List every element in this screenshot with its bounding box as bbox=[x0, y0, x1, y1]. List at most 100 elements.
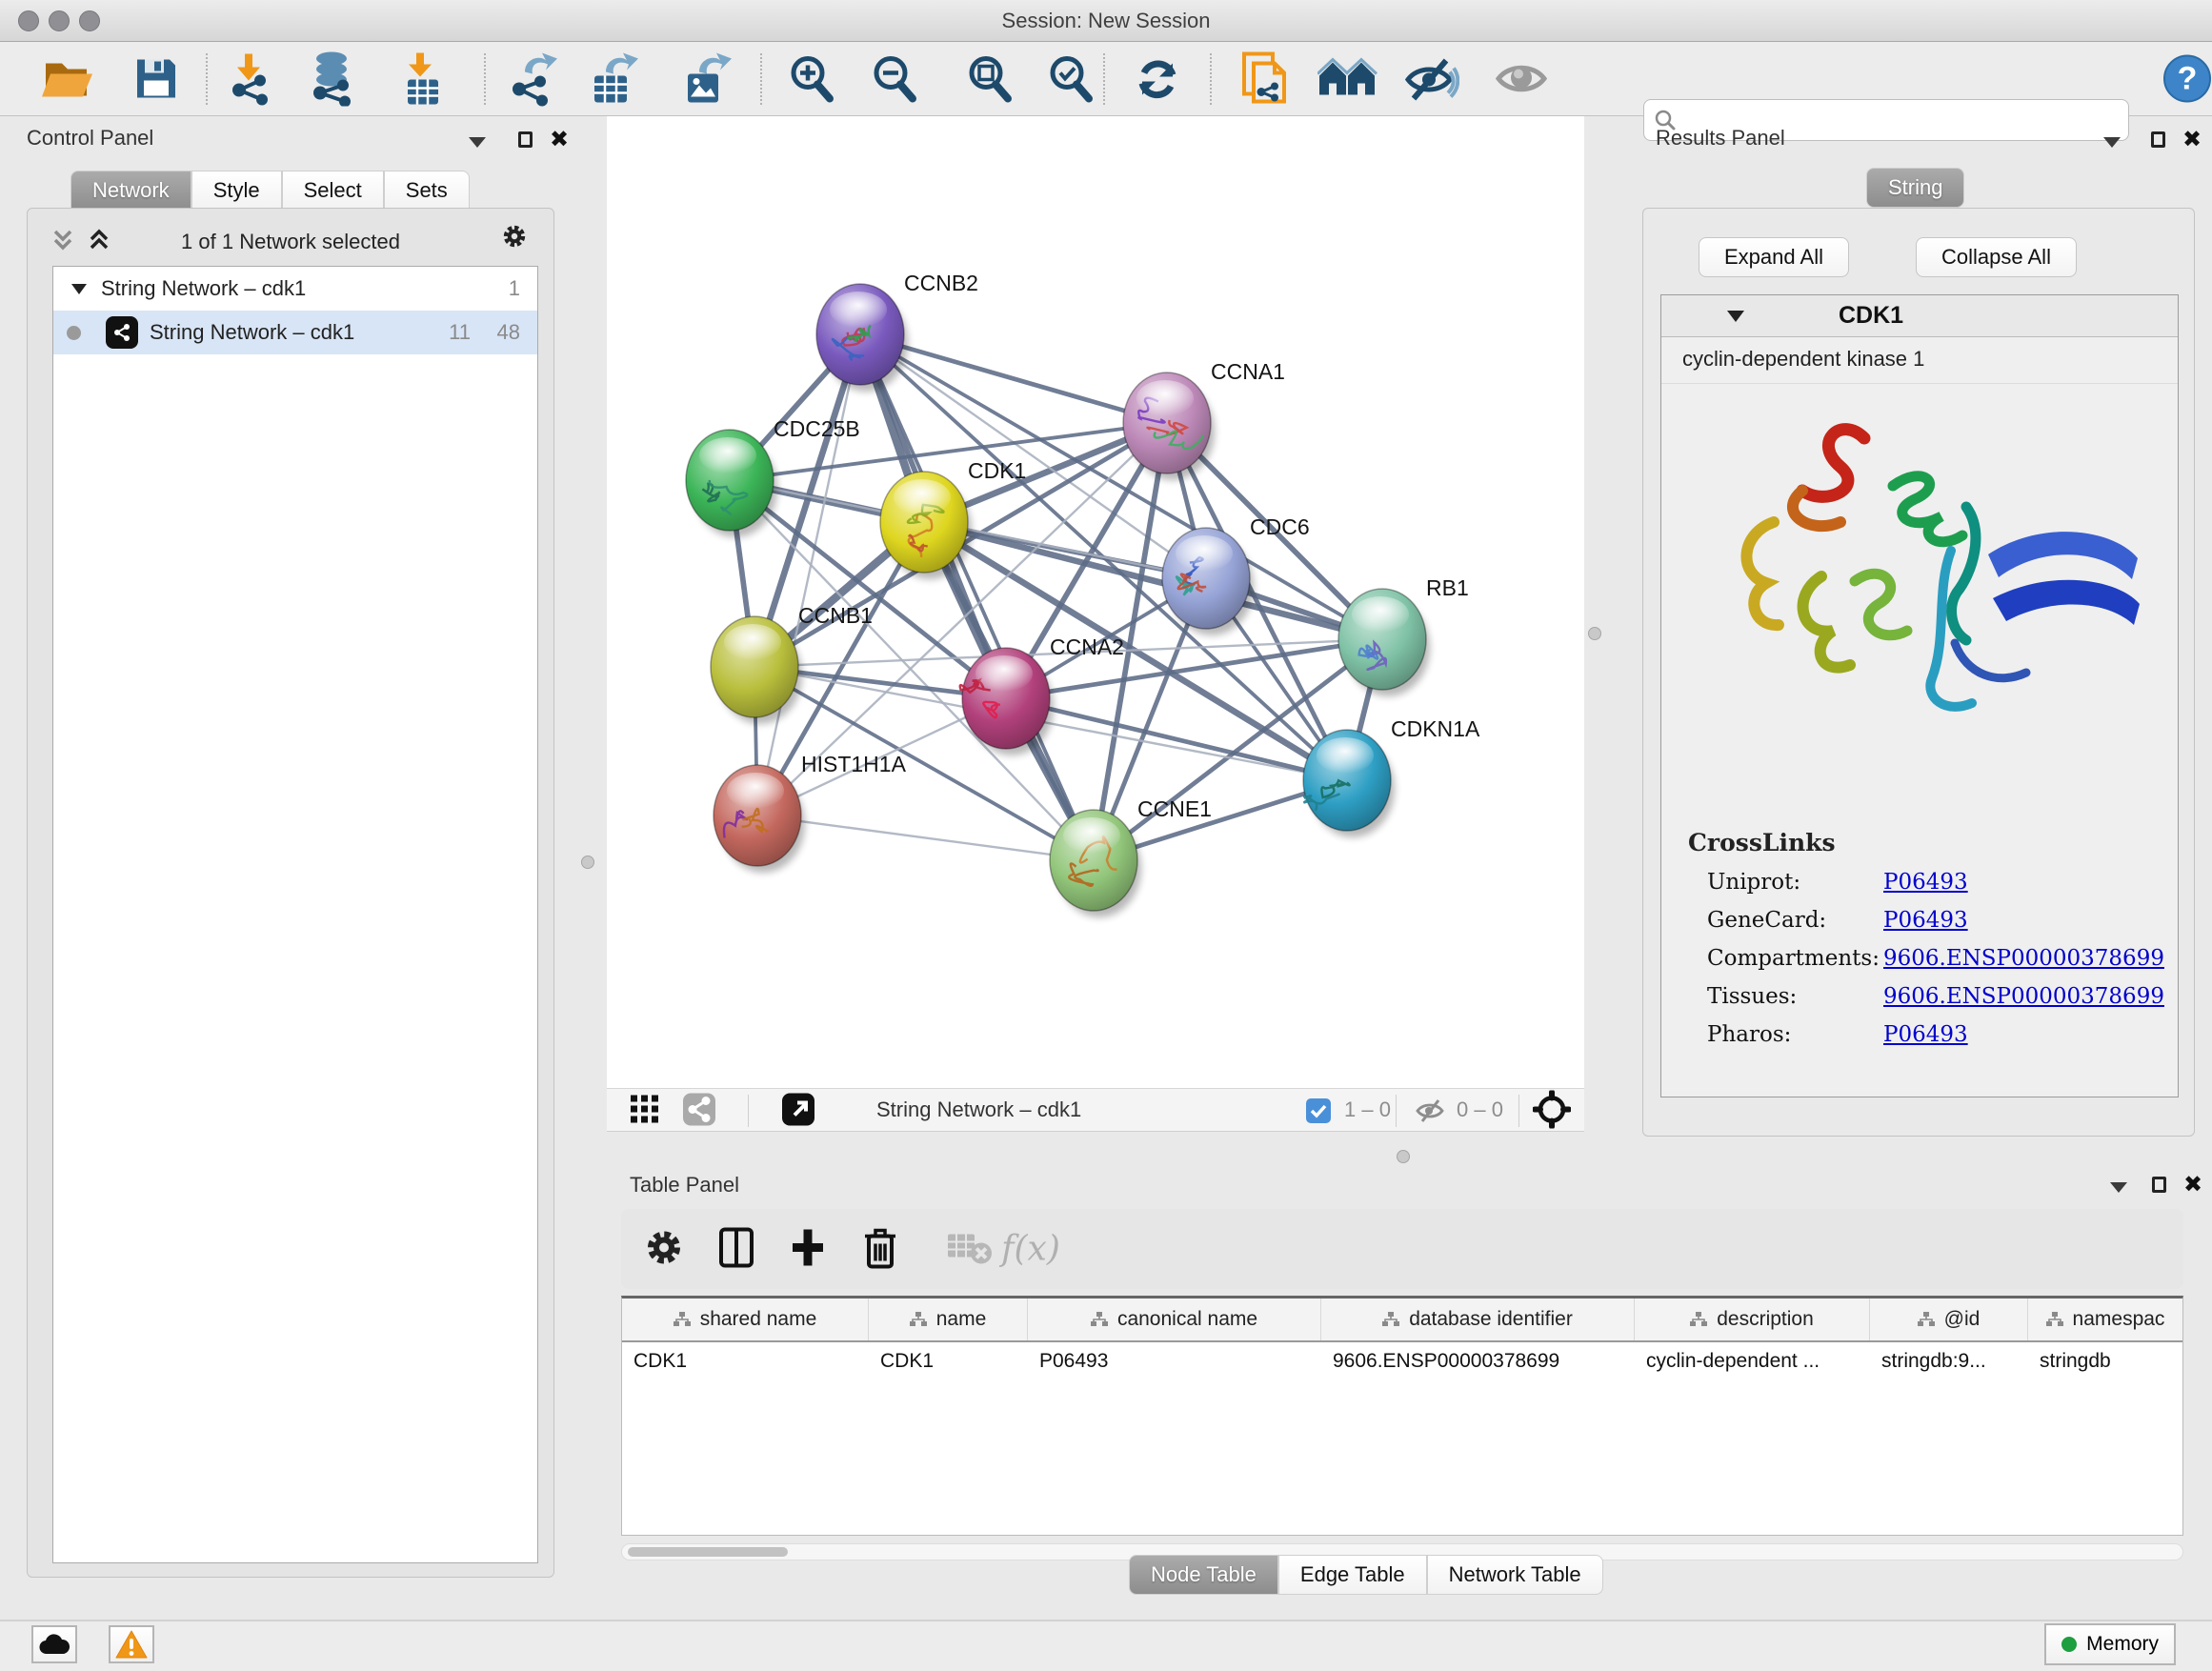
zoom-in-button[interactable] bbox=[786, 53, 837, 108]
tab-node-table[interactable]: Node Table bbox=[1129, 1555, 1278, 1595]
crosslink-link[interactable]: P06493 bbox=[1883, 908, 1968, 933]
network-node-CDKN1A[interactable]: CDKN1A bbox=[1303, 716, 1480, 837]
tab-select[interactable]: Select bbox=[282, 171, 384, 211]
delete-column-trash-button[interactable] bbox=[863, 1227, 897, 1272]
column-header[interactable]: database identifier bbox=[1321, 1299, 1635, 1340]
column-header[interactable]: canonical name bbox=[1028, 1299, 1321, 1340]
help-button[interactable]: ? bbox=[2162, 54, 2212, 107]
birds-eye-view-button[interactable] bbox=[1533, 1091, 1571, 1132]
collection-collapse-icon[interactable] bbox=[70, 282, 88, 295]
open-in-window-button[interactable] bbox=[782, 1094, 814, 1129]
network-row-selected[interactable]: String Network – cdk1 11 48 bbox=[53, 311, 537, 354]
save-session-button[interactable] bbox=[133, 56, 179, 105]
tab-string[interactable]: String bbox=[1866, 168, 1964, 208]
column-header[interactable]: @id bbox=[1870, 1299, 2028, 1340]
collapse-all-button[interactable]: Collapse All bbox=[1916, 237, 2077, 277]
network-node-CCNA1[interactable]: CCNA1 bbox=[1123, 359, 1285, 480]
current-network-dot-icon bbox=[67, 326, 81, 340]
network-node-RB1[interactable]: RB1 bbox=[1338, 575, 1469, 696]
hidden-eye-slash-icon[interactable] bbox=[1415, 1098, 1445, 1128]
tab-edge-table[interactable]: Edge Table bbox=[1278, 1555, 1427, 1595]
column-type-icon bbox=[910, 1312, 927, 1327]
grid-view-button[interactable] bbox=[631, 1096, 659, 1127]
toolbar-separator bbox=[1210, 53, 1212, 105]
bottom-splitter-handle[interactable] bbox=[1397, 1150, 1410, 1163]
zoom-fit-button[interactable] bbox=[964, 53, 1016, 108]
panel-menu-icon[interactable] bbox=[465, 130, 490, 154]
panel-close-icon[interactable]: ✖ bbox=[2181, 1172, 2205, 1197]
right-splitter-handle[interactable] bbox=[1588, 627, 1601, 640]
tab-network[interactable]: Network bbox=[70, 171, 191, 211]
open-file-button[interactable] bbox=[42, 56, 95, 105]
expand-all-button[interactable]: Expand All bbox=[1699, 237, 1849, 277]
export-network-button[interactable] bbox=[508, 51, 559, 110]
warning-status-button[interactable] bbox=[109, 1625, 154, 1663]
panel-float-icon[interactable] bbox=[2145, 127, 2170, 151]
column-type-icon bbox=[1690, 1312, 1707, 1327]
gene-section-header[interactable]: CDK1 bbox=[1661, 295, 2178, 337]
crosslink-row: GeneCard: P06493 bbox=[1707, 908, 2178, 933]
export-table-button[interactable] bbox=[591, 51, 640, 110]
import-network-database-button[interactable] bbox=[307, 51, 360, 110]
network-edge-CCNB2-CCNE1[interactable] bbox=[860, 334, 1094, 860]
network-edge-CCNB2-HIST1H1A[interactable] bbox=[757, 334, 860, 815]
show-all-button[interactable] bbox=[1493, 57, 1550, 104]
crosslink-link[interactable]: 9606.ENSP00000378699 bbox=[1883, 984, 2164, 1009]
panel-close-icon[interactable]: ✖ bbox=[2180, 127, 2204, 151]
left-splitter-handle[interactable] bbox=[581, 856, 594, 869]
crosslink-link[interactable]: P06493 bbox=[1883, 1022, 1968, 1047]
tab-style[interactable]: Style bbox=[191, 171, 282, 211]
add-column-button[interactable] bbox=[791, 1228, 825, 1271]
delete-table-button[interactable] bbox=[947, 1231, 993, 1268]
network-edge-HIST1H1A-CCNE1[interactable] bbox=[757, 815, 1094, 860]
toolbar-separator bbox=[206, 53, 208, 105]
zoom-out-button[interactable] bbox=[869, 53, 920, 108]
function-builder-button[interactable]: f(x) bbox=[1001, 1230, 1060, 1269]
network-canvas[interactable]: CCNB2CCNA1CDC25BCDK1CDC6RB1CCNB1CCNA2CDK… bbox=[607, 116, 1584, 1088]
column-header[interactable]: description bbox=[1635, 1299, 1870, 1340]
panel-close-icon[interactable]: ✖ bbox=[547, 127, 572, 151]
network-node-CDC25B[interactable]: CDC25B bbox=[686, 416, 860, 537]
hide-selected-button[interactable] bbox=[1402, 55, 1459, 106]
show-columns-button[interactable] bbox=[719, 1228, 754, 1271]
column-header[interactable]: shared name bbox=[622, 1299, 869, 1340]
panel-float-icon[interactable] bbox=[2146, 1172, 2171, 1197]
node-label-CCNB2: CCNB2 bbox=[904, 271, 978, 295]
import-network-file-button[interactable] bbox=[226, 52, 277, 109]
crosslink-link[interactable]: 9606.ENSP00000378699 bbox=[1883, 946, 2164, 971]
panel-float-icon[interactable] bbox=[513, 127, 537, 151]
network-node-CCNB2[interactable]: CCNB2 bbox=[816, 271, 978, 392]
crosslink-link[interactable]: P06493 bbox=[1883, 870, 1968, 895]
crosslink-label: Tissues: bbox=[1707, 984, 1883, 1009]
eye-icon bbox=[1493, 57, 1550, 101]
panel-menu-icon[interactable] bbox=[2106, 1175, 2131, 1199]
network-collection-row[interactable]: String Network – cdk1 1 bbox=[53, 267, 537, 311]
selected-checkbox-icon[interactable] bbox=[1306, 1098, 1331, 1128]
memory-button[interactable]: Memory bbox=[2044, 1623, 2176, 1665]
column-header[interactable]: name bbox=[869, 1299, 1028, 1340]
node-label-CCNB1: CCNB1 bbox=[798, 603, 873, 628]
refresh-button[interactable] bbox=[1133, 54, 1182, 107]
tab-network-table[interactable]: Network Table bbox=[1427, 1555, 1603, 1595]
new-network-from-selection-button[interactable] bbox=[1240, 50, 1294, 111]
network-node-HIST1H1A[interactable]: HIST1H1A bbox=[714, 752, 907, 873]
import-table-button[interactable] bbox=[402, 51, 444, 110]
table-options-gear-button[interactable] bbox=[645, 1229, 683, 1270]
cloud-icon bbox=[38, 1633, 70, 1656]
export-image-button[interactable] bbox=[684, 51, 734, 110]
tab-sets[interactable]: Sets bbox=[384, 171, 470, 211]
network-options-gear-icon[interactable] bbox=[502, 224, 527, 249]
zoom-selected-button[interactable] bbox=[1045, 53, 1096, 108]
table-tabs: Node TableEdge TableNetwork Table bbox=[1129, 1555, 1603, 1595]
section-collapse-icon[interactable] bbox=[1726, 309, 1745, 323]
table-row[interactable]: CDK1 CDK1 P06493 9606.ENSP00000378699 cy… bbox=[622, 1342, 2182, 1384]
scrollbar-thumb[interactable] bbox=[628, 1547, 788, 1557]
network-node-CCNE1[interactable]: CCNE1 bbox=[1050, 796, 1212, 917]
network-edge-CCNA2-CDKN1A[interactable] bbox=[1006, 698, 1347, 780]
cloud-status-button[interactable] bbox=[31, 1625, 77, 1663]
column-label: shared name bbox=[700, 1308, 817, 1331]
column-header[interactable]: namespac bbox=[2028, 1299, 2182, 1340]
view-share-button[interactable] bbox=[683, 1094, 715, 1129]
neighbors-button[interactable] bbox=[1317, 57, 1378, 104]
panel-menu-icon[interactable] bbox=[2100, 130, 2124, 154]
